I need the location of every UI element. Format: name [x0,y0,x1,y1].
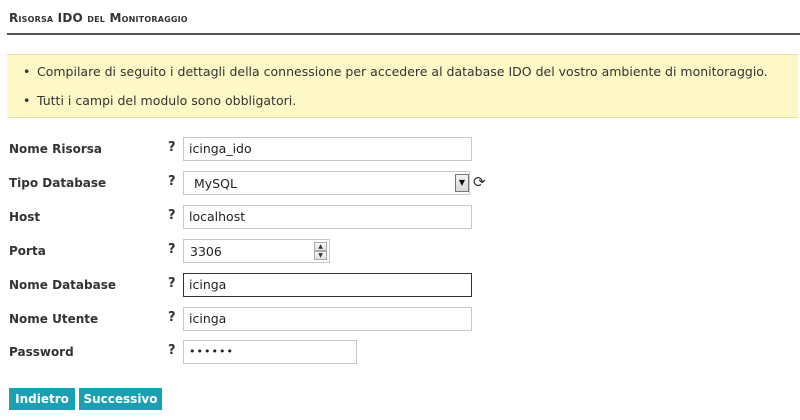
db-type-label: Tipo Database [9,176,107,190]
next-button[interactable]: Successivo [79,388,162,410]
form-row-db-name: Nome Database ? icinga [0,273,800,297]
page-title: Risorsa IDO del Monitoraggio [9,11,188,25]
form-row-host: Host ? localhost [0,205,800,229]
info-notice: • Compilare di seguito i dettagli della c… [7,54,798,118]
help-icon[interactable]: ? [168,343,176,358]
port-label: Porta [9,244,46,258]
resource-name-input[interactable]: icinga_ido [183,137,472,161]
username-label: Nome Utente [9,312,99,326]
host-input[interactable]: localhost [183,205,472,229]
port-value: 3306 [190,244,222,259]
stepper-up-icon[interactable]: ▲ [314,242,327,251]
host-label: Host [9,210,41,224]
help-icon[interactable]: ? [168,276,176,291]
db-type-select[interactable]: MySQL ▼ [183,171,470,195]
dropdown-arrow-icon[interactable]: ▼ [455,174,469,192]
db-type-selected-value: MySQL [194,176,237,191]
refresh-icon[interactable]: ⟳ [473,173,486,191]
db-name-input[interactable]: icinga [183,273,472,297]
form-row-username: Nome Utente ? icinga [0,307,800,331]
bullet-icon: • [23,93,31,108]
form-row-db-type: Tipo Database ? MySQL ▼ ⟳ [0,171,800,195]
bullet-icon: • [23,64,31,79]
password-label: Password [9,345,74,359]
stepper-down-icon[interactable]: ▼ [314,251,327,260]
username-input[interactable]: icinga [183,307,472,331]
form-row-resource-name: Nome Risorsa ? icinga_ido [0,137,800,161]
resource-name-label: Nome Risorsa [9,142,103,156]
password-input[interactable]: •••••• [183,340,357,364]
notice-item: • Compilare di seguito i dettagli della c… [23,64,768,79]
form-row-port: Porta ? 3306 ▲ ▼ [0,239,800,263]
title-divider [7,33,800,35]
help-icon[interactable]: ? [168,140,176,155]
help-icon[interactable]: ? [168,242,176,257]
help-icon[interactable]: ? [168,208,176,223]
port-stepper[interactable]: 3306 ▲ ▼ [183,239,330,263]
help-icon[interactable]: ? [168,310,176,325]
form-row-password: Password ? •••••• [0,340,800,364]
back-button[interactable]: Indietro [9,388,75,410]
notice-item: • Tutti i campi del modulo sono obbligato… [23,93,297,108]
help-icon[interactable]: ? [168,174,176,189]
db-name-label: Nome Database [9,278,116,292]
